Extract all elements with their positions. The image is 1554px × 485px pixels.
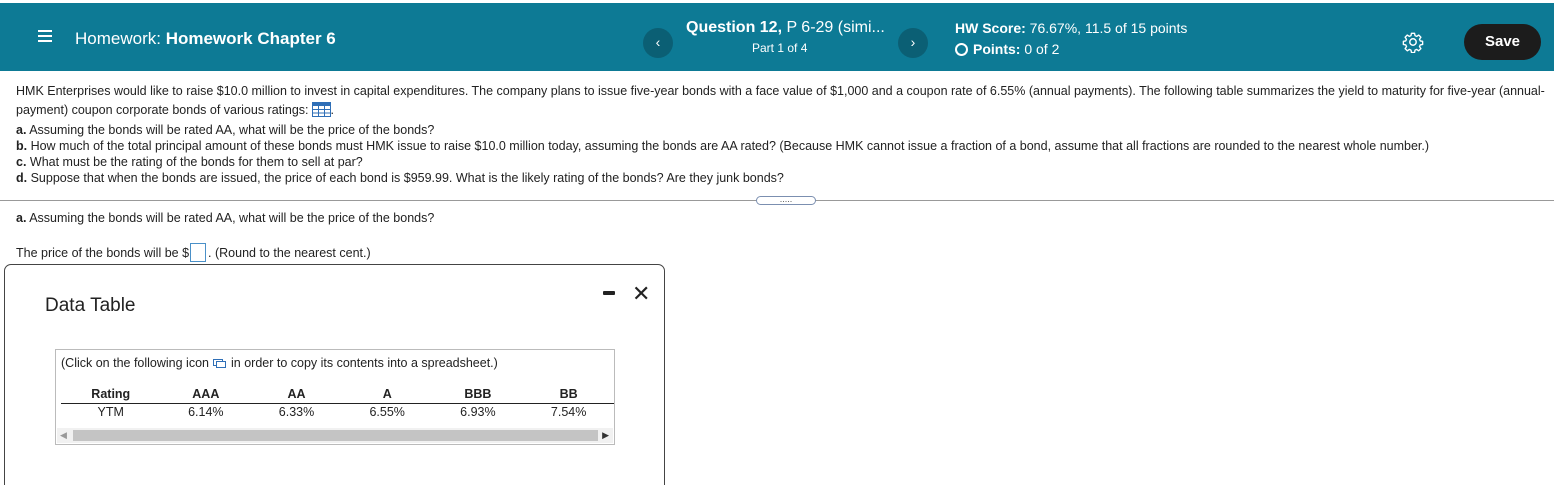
- table-cell: 6.55%: [369, 404, 405, 419]
- part-a-question: a. Assuming the bonds will be rated AA, …: [16, 211, 434, 225]
- homework-title: Homework: Homework Chapter 6: [75, 29, 336, 49]
- horizontal-scrollbar[interactable]: ◀ ▶: [57, 428, 613, 443]
- table-cell: 6.93%: [460, 404, 496, 419]
- answer-prefix: The price of the bonds will be $: [16, 246, 190, 260]
- question-item-label: a.: [16, 123, 27, 137]
- chevron-left-icon: ‹: [655, 34, 661, 50]
- answer-suffix: . (Round to the nearest cent.): [208, 246, 371, 260]
- question-item-text: Assuming the bonds will be rated AA, wha…: [26, 123, 435, 137]
- problem-intro-text: HMK Enterprises would like to raise $10.…: [16, 84, 1545, 117]
- minimize-icon[interactable]: [603, 291, 615, 295]
- question-item-text: How much of the total principal amount o…: [27, 139, 1430, 153]
- points-value: 0 of 2: [1020, 41, 1060, 57]
- homework-prefix: Homework:: [75, 29, 161, 48]
- problem-statement: HMK Enterprises would like to raise $10.…: [16, 82, 1554, 186]
- question-part: Part 1 of 4: [752, 41, 808, 55]
- expand-handle[interactable]: .....: [756, 195, 816, 205]
- data-table-dialog: Data Table ✕ (Click on the following ico…: [4, 264, 665, 485]
- table-row: YTM 6.14% 6.33% 6.55% 6.93% 7.54%: [61, 403, 614, 420]
- question-ref: P 6-29 (simi...: [782, 19, 885, 36]
- table-icon[interactable]: [311, 102, 331, 117]
- scroll-right-icon[interactable]: ▶: [602, 430, 609, 441]
- homework-name: Homework Chapter 6: [165, 29, 336, 48]
- menu-icon[interactable]: [38, 29, 54, 43]
- gear-icon[interactable]: [1402, 31, 1424, 53]
- question-item-label: b.: [16, 139, 28, 153]
- question-item-b: b. How much of the total principal amoun…: [16, 138, 1554, 154]
- question-item-label: d.: [16, 171, 28, 185]
- data-table-container: (Click on the following icon in order to…: [55, 349, 615, 445]
- save-button[interactable]: Save: [1464, 24, 1541, 60]
- next-question-button[interactable]: ›: [898, 28, 928, 58]
- part-a-label: a.: [16, 211, 27, 225]
- question-number: Question 12,: [686, 19, 783, 36]
- answer-line: The price of the bonds will be $ . (Round…: [16, 243, 371, 262]
- ytm-table: Rating AAA AA A BBB BB YTM 6.14% 6.33% 6…: [61, 385, 614, 420]
- points-label: Points:: [973, 41, 1021, 57]
- column-header: AA: [251, 385, 342, 404]
- copy-icon[interactable]: [213, 359, 226, 368]
- question-item-c: c. What must be the rating of the bonds …: [16, 154, 1554, 170]
- problem-intro-suffix: .: [330, 103, 335, 117]
- table-header-row: Rating AAA AA A BBB BB: [61, 385, 614, 404]
- hw-score: HW Score: 76.67%, 11.5 of 15 points: [955, 20, 1187, 36]
- hw-score-value: 76.67%, 11.5 of 15 points: [1025, 20, 1188, 36]
- table-cell: 6.14%: [188, 404, 224, 419]
- question-list: a. Assuming the bonds will be rated AA, …: [16, 122, 1554, 186]
- hw-score-label: HW Score:: [955, 20, 1026, 36]
- table-cell: 7.54%: [550, 404, 587, 419]
- question-item-text: What must be the rating of the bonds for…: [26, 155, 363, 169]
- column-header: Rating: [61, 385, 161, 404]
- column-header: BBB: [432, 385, 524, 404]
- column-header: BB: [523, 385, 614, 404]
- question-item-d: d. Suppose that when the bonds are issue…: [16, 170, 1554, 186]
- column-header: A: [341, 385, 433, 404]
- copy-note: (Click on the following icon in order to…: [61, 356, 498, 370]
- chevron-right-icon: ›: [910, 34, 916, 50]
- copy-note-suffix: in order to copy its contents into a spr…: [231, 356, 498, 370]
- previous-question-button[interactable]: ‹: [643, 28, 673, 58]
- scrollbar-thumb[interactable]: [73, 430, 598, 441]
- price-answer-input[interactable]: [190, 243, 207, 262]
- question-item-a: a. Assuming the bonds will be rated AA, …: [16, 122, 1554, 138]
- top-bar: Homework: Homework Chapter 6 ‹ Question …: [0, 3, 1554, 71]
- question-points: Points: 0 of 2: [955, 41, 1059, 57]
- dialog-title: Data Table: [45, 295, 136, 316]
- question-item-label: c.: [16, 155, 27, 169]
- scroll-left-icon[interactable]: ◀: [60, 430, 67, 441]
- problem-intro: HMK Enterprises would like to raise $10.…: [16, 82, 1554, 120]
- question-item-text: Suppose that when the bonds are issued, …: [27, 171, 784, 185]
- table-cell: 6.33%: [278, 404, 315, 419]
- column-header: AAA: [160, 385, 252, 404]
- table-cell: YTM: [97, 404, 124, 419]
- question-title: Question 12, P 6-29 (simi...: [686, 19, 885, 37]
- copy-note-prefix: (Click on the following icon: [61, 356, 209, 370]
- close-icon[interactable]: ✕: [632, 281, 650, 307]
- part-a-text: Assuming the bonds will be rated AA, wha…: [26, 211, 435, 225]
- circle-icon: [955, 43, 968, 56]
